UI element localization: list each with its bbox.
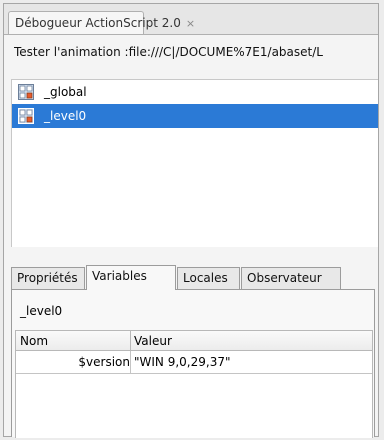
variables-pane: _level0 Nom Valeur $version "WIN 9,0,29,… (11, 289, 375, 438)
tab-locales[interactable]: Locales (177, 267, 240, 289)
inspector-area: Propriétés Variables Locales Observateur… (11, 265, 375, 438)
column-header-value[interactable]: Valeur (134, 334, 172, 348)
variable-value[interactable]: "WIN 9,0,29,37" (134, 355, 231, 369)
tab-variables[interactable]: Variables (86, 265, 176, 290)
scope-label: _level0 (20, 304, 63, 318)
variables-grid[interactable]: Nom Valeur $version "WIN 9,0,29,37" (15, 330, 373, 438)
display-list-tree[interactable]: _global _level0 (11, 79, 378, 247)
close-icon[interactable]: × (186, 17, 195, 30)
tab-proprietes[interactable]: Propriétés (11, 267, 85, 289)
variable-name: $version (78, 355, 130, 369)
movie-path: Tester l'animation :file:///C|/DOCUME%7E… (14, 45, 323, 59)
table-row[interactable]: $version "WIN 9,0,29,37" (16, 351, 372, 374)
cell-divider (130, 351, 131, 373)
tree-item-level0[interactable]: _level0 (12, 104, 378, 128)
tree-item-label: _level0 (44, 109, 87, 123)
column-divider[interactable] (130, 331, 131, 351)
tree-item-global[interactable]: _global (12, 80, 378, 104)
movieclip-icon (18, 108, 34, 124)
panel-tab-title: Débogueur ActionScript 2.0 (15, 16, 181, 30)
movieclip-icon (18, 84, 34, 100)
inspector-tabs: Propriétés Variables Locales Observateur (11, 265, 375, 290)
panel-tabstrip: Débogueur ActionScript 2.0 × (4, 4, 378, 34)
debugger-panel-tab[interactable]: Débogueur ActionScript 2.0 × (8, 11, 195, 34)
tree-item-label: _global (44, 85, 87, 99)
grid-header: Nom Valeur (16, 331, 372, 351)
column-header-name[interactable]: Nom (20, 334, 48, 348)
tab-observateur[interactable]: Observateur (241, 267, 341, 289)
debugger-panel: Débogueur ActionScript 2.0 × Tester l'ani… (3, 3, 379, 438)
debugger-content: Tester l'animation :file:///C|/DOCUME%7E… (4, 34, 378, 438)
